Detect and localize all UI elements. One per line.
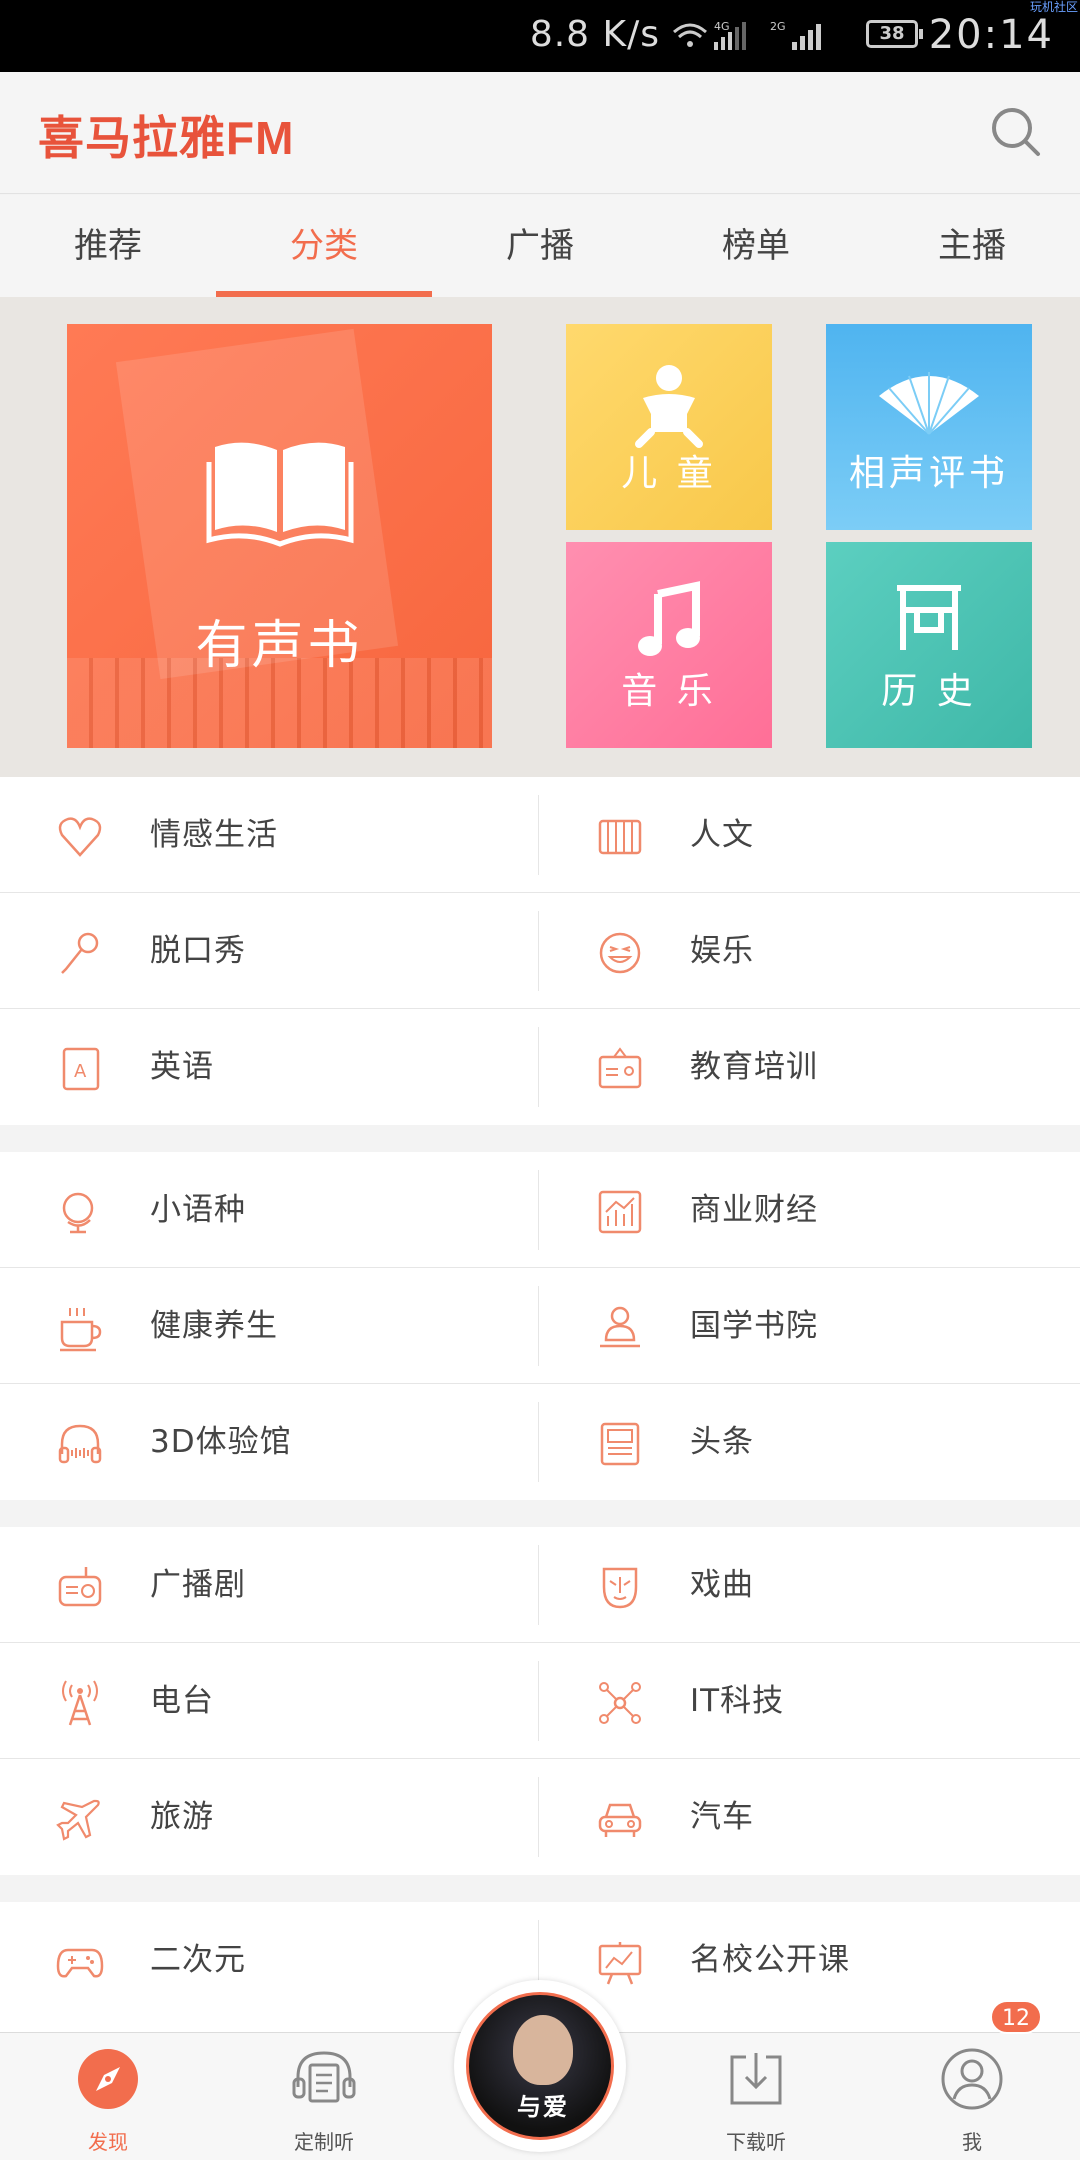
tab-anchor[interactable]: 主播 [864, 195, 1080, 297]
category-row: 健康养生 国学书院 [0, 1268, 1080, 1384]
category-row: 旅游 汽车 [0, 1759, 1080, 1875]
status-bar: 8.8 K/s 4G 2G 38 20:14 玩机社区 [0, 0, 1080, 72]
category-minor-languages[interactable]: 小语种 [0, 1152, 538, 1268]
category-it-tech[interactable]: IT科技 [540, 1643, 1078, 1759]
book-icon [206, 442, 353, 547]
globe-icon [62, 1192, 94, 1234]
watermark-text: 玩机社区 [1029, 0, 1078, 14]
tile-history[interactable]: 历 史 [826, 542, 1032, 748]
tab-recommend[interactable]: 推荐 [0, 195, 216, 297]
category-emotion-life[interactable]: 情感生活 [0, 777, 538, 893]
compass-icon [78, 2049, 138, 2109]
microphone-icon [61, 932, 99, 974]
network-nodes-icon [599, 1682, 641, 1724]
presentation-board-icon [598, 1942, 642, 1985]
svg-text:A: A [74, 1061, 87, 1082]
category-station[interactable]: 电台 [0, 1643, 538, 1759]
network-speed: 8.8 K/s [529, 14, 660, 55]
battery-icon: 38 [866, 20, 923, 48]
wifi-4g-signal-icon: 4G [673, 20, 746, 50]
tile-music-label: 音 乐 [621, 671, 717, 712]
category-auto[interactable]: 汽车 [540, 1759, 1078, 1875]
category-english[interactable]: A 英语 [0, 1009, 538, 1125]
app-header: 喜马拉雅FM [0, 72, 1080, 194]
tab-radio[interactable]: 广播 [432, 195, 648, 297]
now-playing-button[interactable]: 与爱 [454, 1980, 626, 2152]
top-tabs: 推荐 分类 广播 榜单 主播 [0, 195, 1080, 297]
tile-history-label: 历 史 [881, 671, 977, 712]
category-travel[interactable]: 旅游 [0, 1759, 538, 1875]
category-group-3: 广播剧 戏曲 电台 IT科技 旅游 汽车 [0, 1527, 1080, 1875]
newspaper-icon [600, 1422, 640, 1466]
category-radio-drama[interactable]: 广播剧 [0, 1527, 538, 1643]
category-sinology[interactable]: 国学书院 [540, 1268, 1078, 1384]
search-icon[interactable] [988, 104, 1044, 160]
heart-icon [58, 817, 102, 857]
radio-tower-icon [62, 1680, 98, 1726]
category-row: 脱口秀 娱乐 [0, 893, 1080, 1009]
scholar-icon [600, 1306, 640, 1348]
tile-audiobook-label: 有声书 [195, 616, 364, 676]
tile-kids[interactable]: 儿 童 [566, 324, 772, 530]
category-entertainment[interactable]: 娱乐 [540, 893, 1078, 1009]
download-icon [730, 2053, 782, 2105]
category-row: 情感生活 人文 [0, 777, 1080, 893]
category-group-2: 小语种 商业财经 健康养生 国学书院 3D体验馆 头条 [0, 1152, 1080, 1500]
radio-icon [58, 1567, 102, 1607]
2g-signal-icon: 2G [770, 20, 821, 50]
fan-icon [879, 372, 979, 435]
app-logo: 喜马拉雅FM [38, 112, 295, 164]
category-open-courses[interactable]: 名校公开课 [540, 1902, 1078, 2018]
notification-badge: 12 [990, 2000, 1042, 2034]
tab-category[interactable]: 分类 [216, 195, 432, 297]
category-opera[interactable]: 戏曲 [540, 1527, 1078, 1643]
svg-text:2G: 2G [770, 20, 786, 33]
nav-discover[interactable]: 发现 [38, 2033, 178, 2160]
featured-categories: 有声书 儿 童 相声评书 音 乐 历 史 [0, 297, 1080, 777]
nav-download[interactable]: 下载听 [686, 2033, 826, 2160]
category-talk-show[interactable]: 脱口秀 [0, 893, 538, 1009]
tile-crosstalk-label: 相声评书 [848, 453, 1009, 494]
music-note-icon [638, 581, 700, 656]
category-education[interactable]: 教育培训 [540, 1009, 1078, 1125]
tile-kids-label: 儿 童 [621, 453, 717, 494]
album-cover: 与爱 [466, 1992, 614, 2140]
category-group-1: 情感生活 人文 脱口秀 娱乐 A 英语 教育培训 [0, 777, 1080, 1125]
clock: 20:14 [928, 12, 1054, 58]
category-row: 广播剧 戏曲 [0, 1527, 1080, 1643]
category-business-finance[interactable]: 商业财经 [540, 1152, 1078, 1268]
tile-audiobook[interactable]: 有声书 [67, 324, 492, 748]
category-headlines[interactable]: 头条 [540, 1384, 1078, 1500]
nav-me[interactable]: 我 [902, 2033, 1042, 2160]
dictionary-icon: A [62, 1047, 100, 1091]
tea-cup-icon [60, 1308, 102, 1352]
opera-mask-icon [602, 1567, 638, 1609]
ancient-vessel-icon [897, 585, 961, 650]
nav-custom-listen[interactable]: 定制听 [254, 2033, 394, 2160]
category-row: A 英语 教育培训 [0, 1009, 1080, 1125]
classroom-board-icon [598, 1047, 642, 1089]
category-row: 电台 IT科技 [0, 1643, 1080, 1759]
baby-icon [635, 365, 703, 448]
category-humanities[interactable]: 人文 [540, 777, 1078, 893]
tile-music[interactable]: 音 乐 [566, 542, 772, 748]
tile-crosstalk[interactable]: 相声评书 [826, 324, 1032, 530]
scroll-book-icon [598, 819, 642, 855]
category-acg[interactable]: 二次元 [0, 1902, 538, 2018]
svg-text:4G: 4G [714, 20, 730, 33]
category-row: 小语种 商业财经 [0, 1152, 1080, 1268]
category-health[interactable]: 健康养生 [0, 1268, 538, 1384]
smiley-icon [599, 932, 641, 974]
album-caption: 与爱 [517, 2093, 569, 2121]
chart-icon [598, 1190, 642, 1234]
headphones-icon [58, 1424, 102, 1464]
car-icon [598, 1803, 642, 1837]
airplane-icon [56, 1799, 100, 1841]
category-row: 3D体验馆 头条 [0, 1384, 1080, 1500]
headphones-list-icon [292, 2051, 356, 2103]
user-profile-icon [941, 2048, 1003, 2110]
category-3d-experience[interactable]: 3D体验馆 [0, 1384, 538, 1500]
gamepad-icon [56, 1948, 104, 1978]
tab-ranking[interactable]: 榜单 [648, 195, 864, 297]
